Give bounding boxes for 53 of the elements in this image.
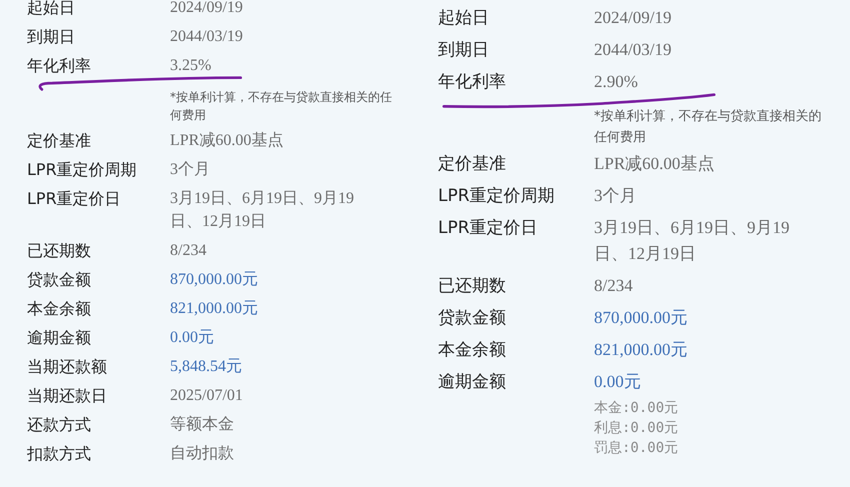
field-label: 当期还款日	[27, 385, 108, 407]
field-label: 逾期金额	[438, 371, 507, 394]
footnote: *按单利计算，不存在与贷款直接相关的任何费用	[594, 108, 822, 147]
field-label: 当期还款额	[27, 356, 108, 378]
field-value: 870,000.00元	[594, 307, 688, 329]
field-label: 已还期数	[438, 275, 507, 298]
breakdown-line: 本金:0.00元	[594, 399, 678, 418]
field-value: 3月19日、6月19日、9月19日、12月19日	[170, 189, 355, 232]
field-label: 到期日	[438, 39, 490, 62]
field-value: 0.00元	[170, 328, 214, 348]
field-label: 年化利率	[27, 55, 92, 77]
field-value: 自动扣款	[170, 444, 234, 464]
field-value: 5,848.54元	[170, 357, 242, 377]
field-value: 2024/09/19	[594, 7, 672, 29]
field-value: 2044/03/19	[170, 27, 243, 47]
field-value: 8/234	[170, 241, 206, 261]
field-value: 3月19日、6月19日、9月19日、12月19日	[594, 217, 790, 265]
field-value: 0.00元	[594, 371, 641, 393]
field-value: 3个月	[594, 185, 636, 207]
field-value: LPR减60.00基点	[594, 153, 714, 175]
field-value: 2024/09/19	[170, 0, 243, 18]
field-label: 定价基准	[438, 153, 507, 176]
field-label: 贷款金额	[438, 307, 507, 330]
field-label: LPR重定价周期	[27, 159, 138, 181]
field-label: 定价基准	[27, 130, 92, 152]
breakdown-line: 利息:0.00元	[594, 419, 678, 438]
field-value: 2.90%	[594, 71, 638, 93]
field-label: 还款方式	[27, 414, 92, 436]
field-label: 本金余额	[27, 298, 92, 320]
field-value: 870,000.00元	[170, 270, 258, 290]
field-value: 2044/03/19	[594, 39, 672, 61]
field-label: 起始日	[438, 7, 490, 30]
field-value: 8/234	[594, 275, 633, 297]
field-label: LPR重定价日	[27, 188, 122, 210]
breakdown-line: 罚息:0.00元	[594, 439, 678, 458]
field-label: 到期日	[27, 26, 76, 48]
field-label: 已还期数	[27, 240, 92, 262]
field-value: 3.25%	[170, 56, 212, 76]
field-label: 起始日	[27, 0, 76, 19]
field-value: 3个月	[170, 160, 210, 180]
field-label: 年化利率	[438, 71, 507, 94]
field-value: 等额本金	[170, 414, 234, 435]
field-label: 本金余额	[438, 339, 507, 362]
field-label: LPR重定价日	[438, 217, 539, 240]
field-label: 扣款方式	[27, 443, 92, 465]
field-value: 821,000.00元	[170, 299, 258, 319]
field-value: 2025/07/01	[170, 386, 243, 406]
field-value: LPR减60.00基点	[170, 130, 284, 151]
footnote: *按单利计算，不存在与贷款直接相关的任何费用	[170, 89, 393, 124]
field-value: 821,000.00元	[594, 339, 688, 361]
field-label: 贷款金额	[27, 269, 92, 291]
field-label: LPR重定价周期	[438, 185, 556, 208]
field-label: 逾期金额	[27, 327, 92, 349]
